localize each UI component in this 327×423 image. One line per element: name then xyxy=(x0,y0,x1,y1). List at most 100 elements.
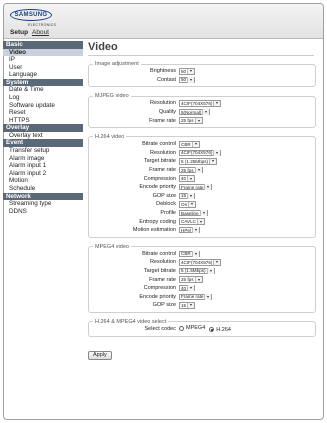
mpeg4-target-bitrate-value: 5 (1.5Mbps) xyxy=(181,268,206,274)
h264-motion-estimation-value: HPel xyxy=(181,227,191,233)
radio-button-icon[interactable] xyxy=(179,325,184,331)
chevron-down-icon xyxy=(191,227,199,233)
mpeg4-frame-rate-value: 25 fps xyxy=(181,277,194,283)
apply-button[interactable]: Apply xyxy=(88,350,112,360)
mjpeg-framerate-select[interactable]: 25 fps xyxy=(179,117,203,124)
h264-compression-label: Compression xyxy=(143,175,176,182)
mpeg4-frame-rate-select[interactable]: 25 fps xyxy=(179,276,203,283)
h264-target-bitrate-value: 5 (1.25Mbps) xyxy=(181,158,209,164)
mpeg4-rows: Bitrate control CBR Resolution 4CIF(704X576… xyxy=(89,250,315,310)
sidebar-item-transfer-setup[interactable]: Transfer setup xyxy=(3,147,83,155)
h264-target-bitrate-label: Target bitrate xyxy=(143,158,176,165)
chevron-down-icon xyxy=(188,201,196,208)
h264-entropy-coding-label: Entropy coding xyxy=(139,218,176,225)
codec-select-legend: H.264 & MPEG4 video select xyxy=(95,318,167,325)
mpeg4-bitrate-control-label: Bitrate control xyxy=(142,250,176,257)
h264-resolution-select[interactable]: 4CIF(704X576) xyxy=(179,149,222,157)
mpeg4-frame-rate-row: Frame rate 25 fps xyxy=(89,275,315,284)
mpeg4-gop-size-select[interactable]: 15 xyxy=(179,302,196,309)
brightness-row: Brightness 50 xyxy=(89,67,315,76)
mpeg4-compression-row: Compression 40 xyxy=(89,284,315,293)
sidebar-item-user[interactable]: User xyxy=(3,64,83,72)
mpeg4-encode-priority-value: Frame rate xyxy=(181,294,204,300)
mpeg4-compression-select[interactable]: 40 xyxy=(179,284,196,292)
chevron-down-icon xyxy=(213,100,221,107)
h264-target-bitrate-select[interactable]: 5 (1.25Mbps) xyxy=(179,158,218,165)
h264-deblock-select[interactable]: On xyxy=(179,201,197,208)
h264-resolution-label: Resolution xyxy=(150,149,176,156)
mjpeg-quality-row: Quality 5(Normal) xyxy=(89,108,315,117)
sidebar-item-https[interactable]: HTTPS xyxy=(3,117,83,125)
sidebar-item-software-update[interactable]: Software update xyxy=(3,102,83,110)
h264-frame-rate-select[interactable]: 25 fps xyxy=(179,166,203,174)
h264-target-bitrate-row: Target bitrate 5 (1.25Mbps) xyxy=(89,157,315,166)
sidebar-item-reset[interactable]: Reset xyxy=(3,109,83,117)
chevron-down-icon xyxy=(199,210,207,216)
h264-resolution-row: Resolution 4CIF(704X576) xyxy=(89,149,315,158)
h264-compression-select[interactable]: 40 xyxy=(179,175,196,182)
h264-profile-value: Baseline xyxy=(181,210,199,216)
sidebar-item-alarm-input-1[interactable]: Alarm input 1 xyxy=(3,162,83,170)
h264-bitrate-control-select[interactable]: CBR xyxy=(179,141,200,148)
chevron-down-icon xyxy=(202,109,210,115)
chevron-down-icon xyxy=(187,285,195,291)
h264-profile-row: Profile Baseline xyxy=(89,209,315,218)
mpeg4-encode-priority-label: Encode priority xyxy=(139,293,176,300)
chevron-down-icon xyxy=(194,167,202,173)
sidebar-item-date-time[interactable]: Date & Time xyxy=(3,86,83,94)
title-divider xyxy=(88,55,314,56)
mpeg4-bitrate-control-select[interactable]: CBR xyxy=(179,250,200,258)
sidebar-item-alarm-input-2[interactable]: Alarm input 2 xyxy=(3,170,83,178)
sidebar-section-basic: Basic xyxy=(3,41,83,49)
sidebar-item-video[interactable]: Video xyxy=(3,48,83,57)
sidebar-item-streaming-type[interactable]: Streaming type xyxy=(3,200,83,208)
mjpeg-quality-select[interactable]: 5(Normal) xyxy=(179,108,211,116)
h264-gop-size-select[interactable]: 15 xyxy=(179,192,196,200)
h264-frame-rate-label: Frame rate xyxy=(149,167,176,174)
sidebar-item-alarm-image[interactable]: Alarm image xyxy=(3,155,83,163)
mpeg4-frame-rate-label: Frame rate xyxy=(149,276,176,283)
image-adjustment-group: Image adjustment Brightness 50 Contast 5… xyxy=(88,61,316,88)
mjpeg-video-group: MJPEG video Resolution 4CIF(704X576) Qua… xyxy=(88,93,316,128)
mpeg4-resolution-value: 4CIF(704X576) xyxy=(181,259,213,265)
h264-entropy-coding-select[interactable]: CAVLC xyxy=(179,218,205,225)
contrast-select[interactable]: 50 xyxy=(179,76,196,84)
mpeg4-resolution-row: Resolution 4CIF(704X576) xyxy=(89,258,315,267)
h264-entropy-coding-value: CAVLC xyxy=(181,219,196,225)
h264-motion-estimation-select[interactable]: HPel xyxy=(179,226,200,234)
image-adjustment-legend: Image adjustment xyxy=(95,61,139,67)
h264-legend: H.264 video xyxy=(95,133,125,140)
mjpeg-resolution-select[interactable]: 4CIF(704X576) xyxy=(179,100,222,107)
sidebar-item-log[interactable]: Log xyxy=(3,94,83,102)
mpeg4-legend: MPEG4 video xyxy=(95,243,129,250)
sidebar-item-schedule[interactable]: Schedule xyxy=(3,185,83,193)
h264-motion-estimation-row: Motion estimation HPel xyxy=(89,226,315,235)
header-bar: SAMSUNG ELECTRONICS Setup About xyxy=(4,4,323,39)
codec-radio-h-264[interactable]: H.264 xyxy=(209,327,231,333)
brightness-select[interactable]: 50 xyxy=(179,68,196,75)
sidebar-item-language[interactable]: Language xyxy=(3,71,83,79)
radio-button-icon[interactable] xyxy=(209,327,215,333)
codec-radio-label: MPEG4 xyxy=(186,325,206,332)
sidebar-item-overlay-text[interactable]: Overlay text xyxy=(3,132,83,140)
mpeg4-resolution-select[interactable]: 4CIF(704X576) xyxy=(179,259,222,266)
h264-bitrate-control-label: Bitrate control xyxy=(142,141,176,148)
h264-bitrate-control-row: Bitrate control CBR xyxy=(89,140,315,149)
setup-link[interactable]: Setup xyxy=(10,29,28,36)
h264-encode-priority-label: Encode priority xyxy=(139,184,176,191)
h264-profile-select[interactable]: Baseline xyxy=(179,209,208,217)
mpeg4-encode-priority-select[interactable]: Frame rate xyxy=(179,293,213,301)
codec-radio-mpeg4[interactable]: MPEG4 xyxy=(179,325,205,331)
h264-profile-label: Profile xyxy=(160,210,176,217)
chevron-down-icon xyxy=(206,268,214,274)
h264-encode-priority-select[interactable]: Frame rate xyxy=(179,183,213,191)
about-link[interactable]: About xyxy=(32,29,49,36)
mjpeg-resolution-label: Resolution xyxy=(150,100,176,107)
mpeg4-video-group: MPEG4 video Bitrate control CBR Resolution… xyxy=(88,243,316,313)
sidebar-item-ip[interactable]: IP xyxy=(3,56,83,64)
sidebar-item-ddns[interactable]: DDNS xyxy=(3,208,83,216)
mjpeg-framerate-row: Frame rate 25 fps xyxy=(89,116,315,125)
mpeg4-target-bitrate-select[interactable]: 5 (1.5Mbps) xyxy=(179,267,215,275)
sidebar-item-motion[interactable]: Motion xyxy=(3,177,83,185)
chevron-down-icon xyxy=(194,276,202,283)
